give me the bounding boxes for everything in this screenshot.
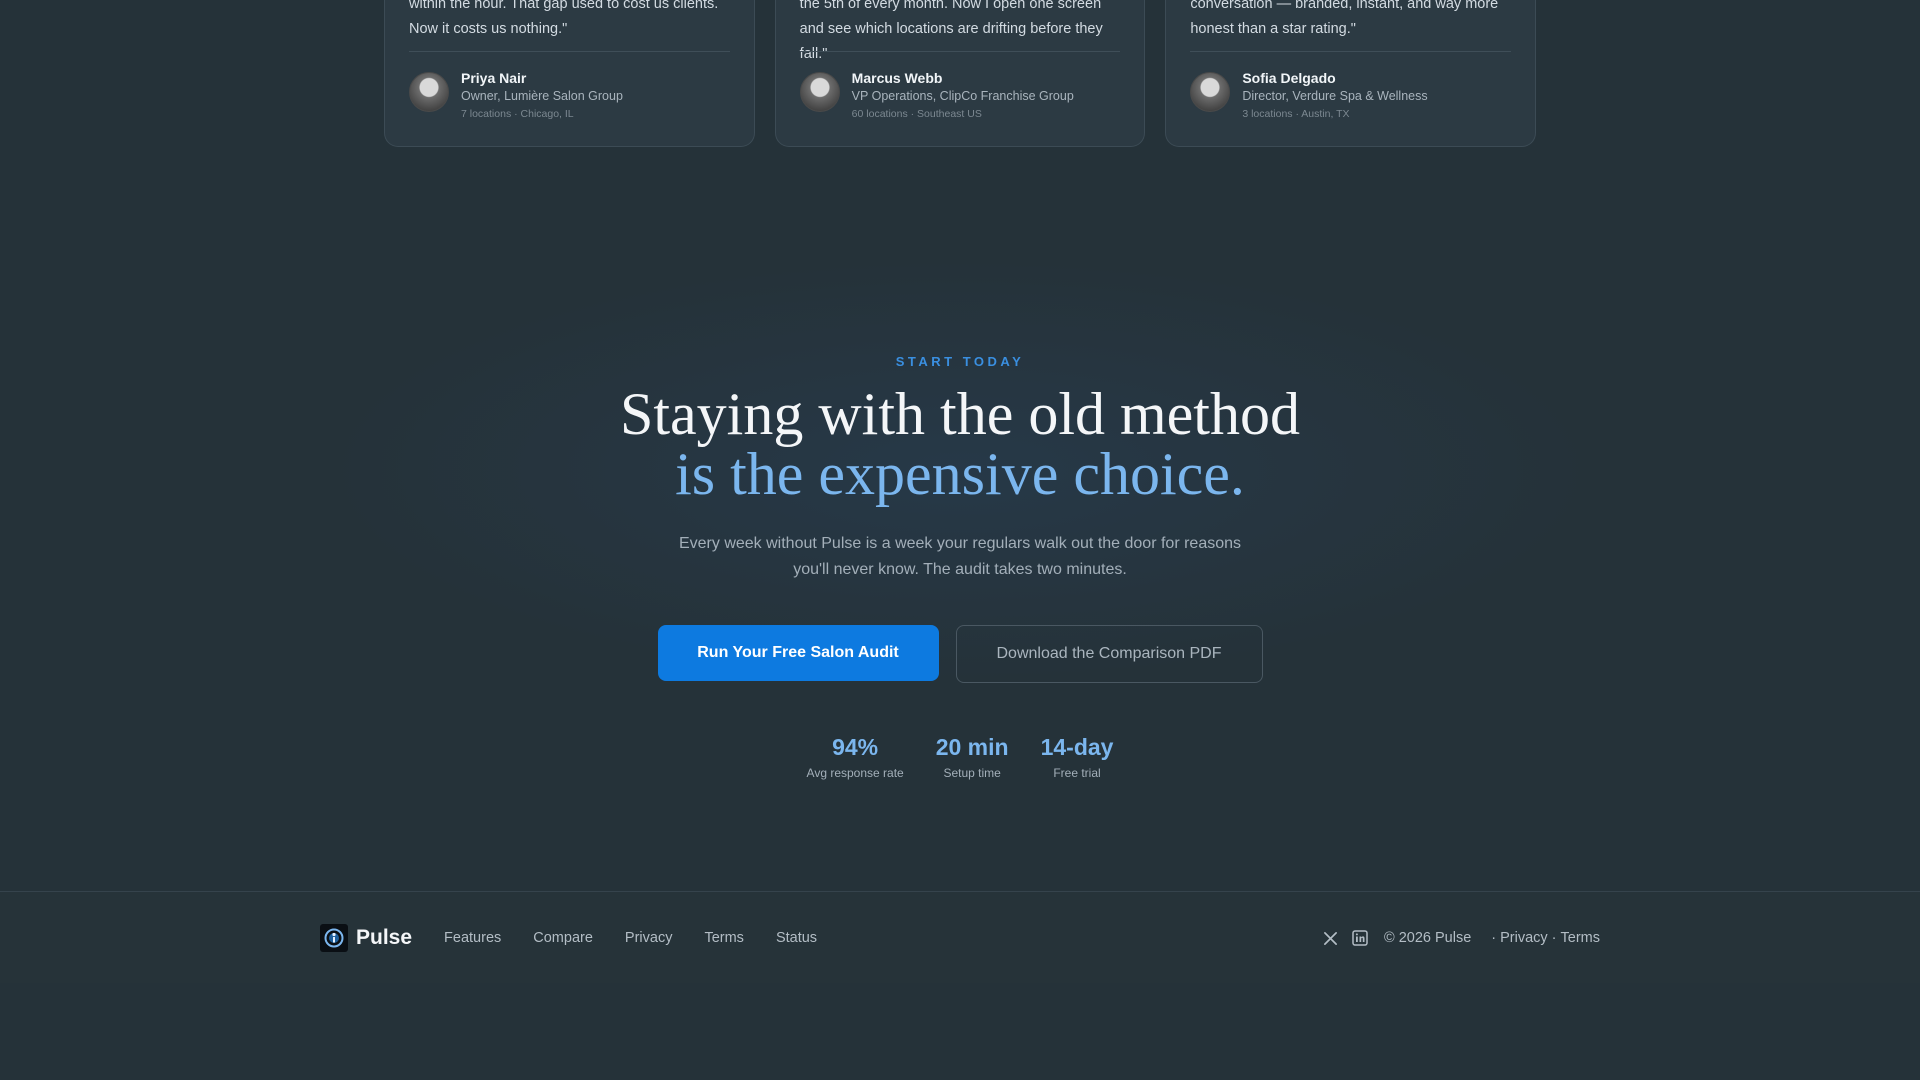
testimonial-quote: the 5th of every month. Now I open one s… (799, 0, 1103, 62)
stat-label: Setup time (943, 766, 1001, 780)
eyebrow-label: START TODAY (895, 354, 1025, 369)
testimonials-section: within the hour. That gap used to cost u… (384, 0, 1537, 147)
footer-link-status[interactable]: Status (776, 930, 817, 946)
author-role: VP Operations, ClipCo Franchise Group (851, 89, 1074, 103)
author-meta: 60 locations · Southeast US (851, 108, 982, 120)
cta-subtext: Every week without Pulse is a week your … (678, 535, 1242, 578)
site-footer: Pulse Features Compare Privacy Terms Sta… (0, 891, 1920, 983)
avatar (409, 72, 449, 112)
linkedin-icon[interactable] (1352, 930, 1368, 946)
headline-line-2: is the expensive choice. (675, 441, 1245, 507)
stat-value: 20 min (935, 734, 1009, 760)
stat-item: 14-day Free trial (1041, 733, 1114, 783)
avatar (799, 72, 840, 112)
footer-link-features[interactable]: Features (444, 930, 501, 946)
footer-nav: Features Compare Privacy Terms Status (444, 930, 817, 946)
headline-line-1: Staying with the old method (620, 381, 1300, 447)
x-icon[interactable] (1323, 931, 1338, 946)
author-name: Marcus Webb (851, 70, 943, 86)
stat-value: 94% (832, 734, 879, 760)
logo-text: Pulse (356, 926, 413, 949)
footer-right: © 2026 Pulse · Privacy · Terms (1323, 930, 1600, 946)
stat-item: 20 min Setup time (936, 733, 1009, 783)
stat-value: 14-day (1040, 734, 1114, 760)
author-role: Owner, Lumière Salon Group (461, 89, 623, 103)
legal-links: · Privacy · Terms (1491, 930, 1600, 946)
footer-logo[interactable]: Pulse (320, 924, 412, 952)
cta-buttons: Run Your Free Salon Audit Download the C… (0, 625, 1920, 683)
testimonial-quote: conversation — branded, instant, and way… (1190, 0, 1499, 37)
author-name: Priya Nair (461, 70, 527, 86)
separator: · (1491, 930, 1497, 946)
testimonial-author: Marcus Webb VP Operations, ClipCo Franch… (799, 69, 1074, 123)
author-meta: 3 locations · Austin, TX (1242, 108, 1350, 120)
testimonial-quote: within the hour. That gap used to cost u… (409, 0, 719, 37)
stats-row: 94% Avg response rate 20 min Setup time … (0, 733, 1920, 783)
cta-headline: Staying with the old method is the expen… (0, 384, 1920, 504)
page-bottom (0, 983, 1920, 1080)
run-audit-button[interactable]: Run Your Free Salon Audit (657, 625, 939, 681)
author-name: Sofia Delgado (1242, 70, 1336, 86)
testimonial-author: Sofia Delgado Director, Verdure Spa & We… (1190, 69, 1428, 123)
pulse-logo-icon (320, 924, 348, 952)
testimonial-card: conversation — branded, instant, and way… (1165, 0, 1537, 147)
author-meta: 7 locations · Chicago, IL (461, 108, 574, 120)
separator: · (1551, 930, 1557, 946)
footer-link-compare[interactable]: Compare (533, 930, 593, 946)
stat-item: 94% Avg response rate (807, 733, 904, 783)
stat-label: Free trial (1053, 766, 1101, 780)
legal-link-privacy[interactable]: Privacy (1500, 930, 1548, 946)
copyright-text: © 2026 Pulse (1384, 930, 1472, 946)
social-links (1323, 930, 1368, 946)
divider (799, 51, 1121, 52)
divider (1190, 51, 1512, 52)
testimonial-card: the 5th of every month. Now I open one s… (774, 0, 1146, 147)
stat-label: Avg response rate (806, 766, 904, 780)
testimonial-author: Priya Nair Owner, Lumière Salon Group 7 … (409, 69, 623, 123)
footer-link-terms[interactable]: Terms (704, 930, 743, 946)
divider (409, 51, 730, 52)
download-pdf-button[interactable]: Download the Comparison PDF (955, 625, 1263, 683)
cta-section: START TODAY Staying with the old method … (0, 350, 1920, 783)
testimonial-card: within the hour. That gap used to cost u… (384, 0, 755, 147)
avatar (1190, 72, 1231, 112)
footer-link-privacy[interactable]: Privacy (625, 930, 673, 946)
legal-link-terms[interactable]: Terms (1561, 930, 1600, 946)
author-role: Director, Verdure Spa & Wellness (1242, 89, 1428, 103)
